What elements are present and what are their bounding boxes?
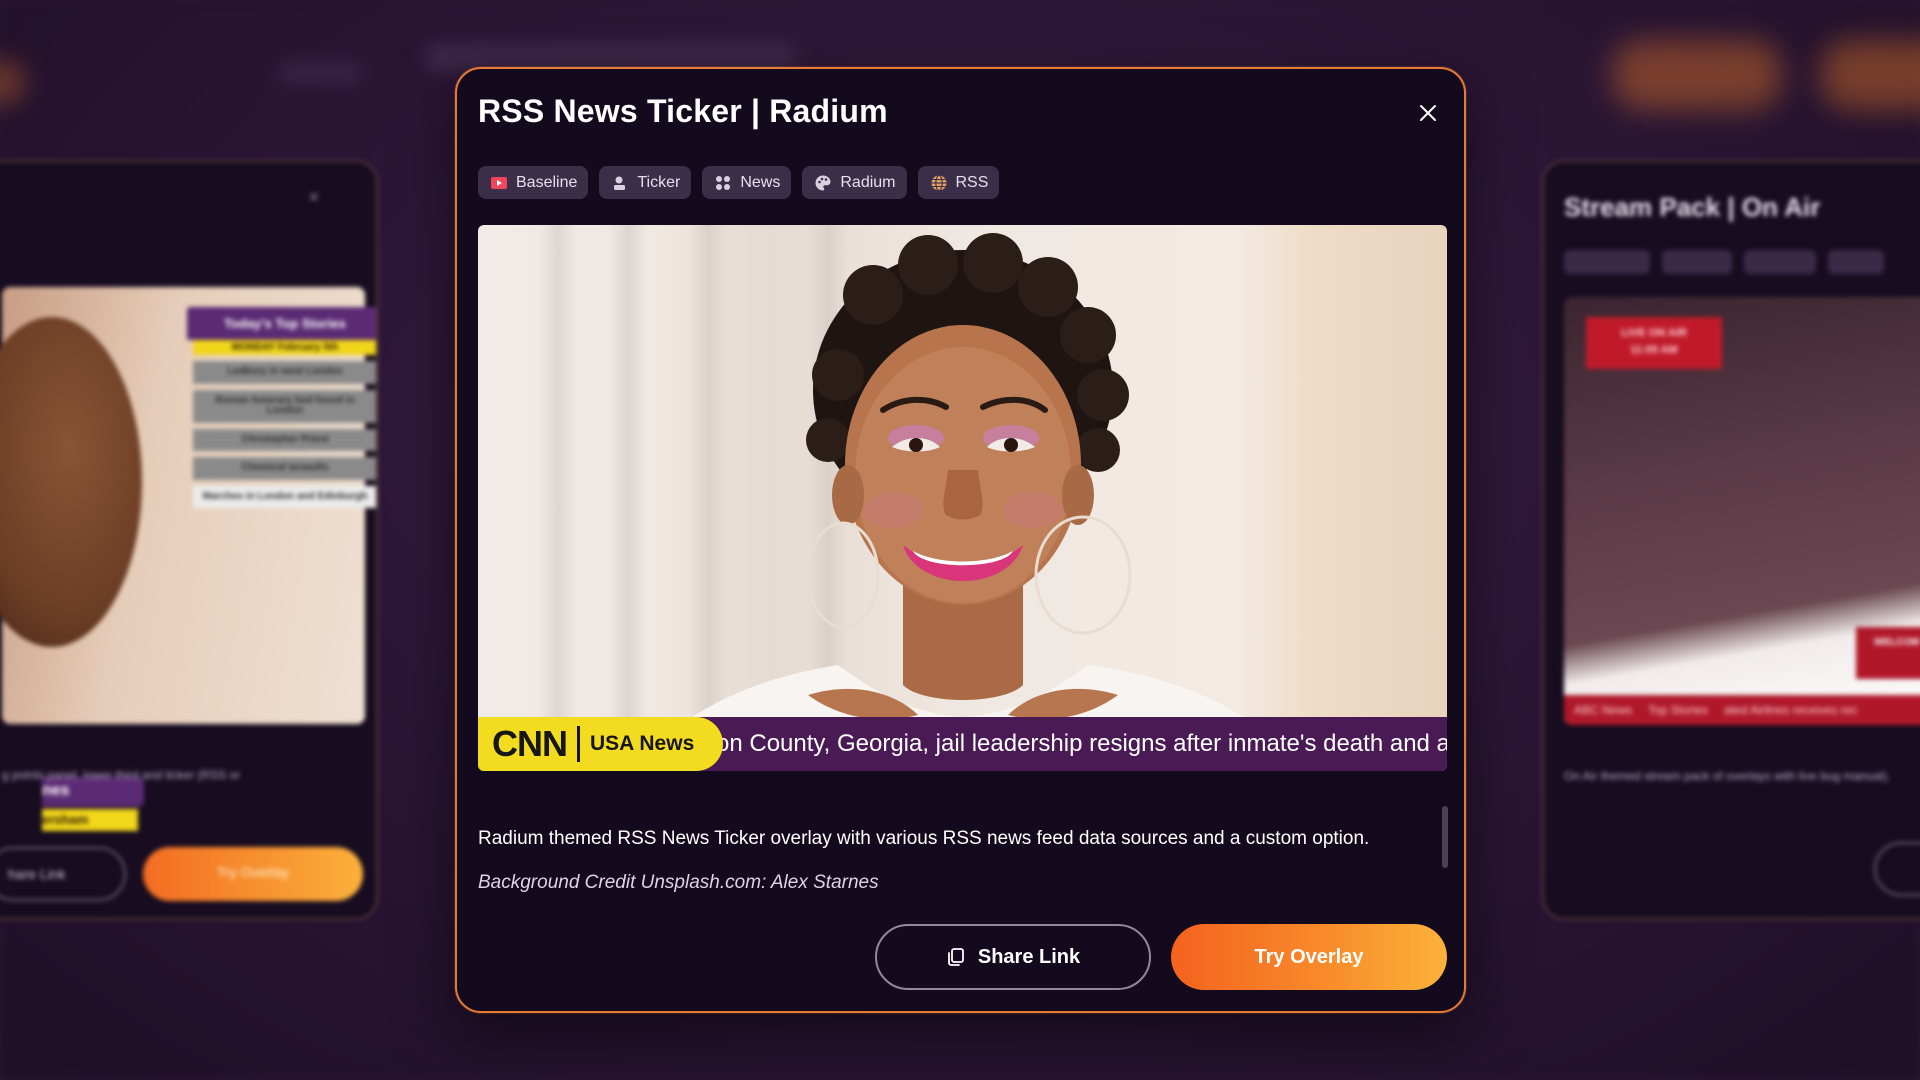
right-overlay-card[interactable]: Stream Pack | On Air LIVE ON AIR 11:05 A…	[1542, 160, 1920, 920]
ticker-item: ABC News	[1574, 703, 1633, 717]
close-icon	[1420, 105, 1436, 121]
person-photo	[0, 317, 142, 647]
person-photo	[628, 233, 1308, 771]
tag-rss[interactable]: RSS	[917, 166, 1000, 199]
bg-button	[1820, 40, 1920, 110]
try-overlay-label: Try Overlay	[1254, 945, 1364, 968]
ticker-brand-badge: CNN USA News	[478, 717, 723, 771]
bg-blob	[280, 62, 360, 84]
overlay-preview: on County, Georgia, jail leadership resi…	[478, 225, 1447, 771]
tag-chip[interactable]	[1744, 250, 1816, 274]
brand-divider	[577, 726, 580, 762]
overlay-detail-modal: RSS News Ticker | Radium Baseline Ticker…	[455, 67, 1466, 1013]
globe-icon	[930, 174, 948, 192]
right-card-thumbnail: LIVE ON AIR 11:05 AM WELCOM ABC News Top…	[1564, 297, 1920, 725]
story-item: Marches in London and Edinburgh	[193, 485, 376, 508]
background-credit: Background Credit Unsplash.com: Alex Sta…	[478, 871, 879, 893]
on-air-ticker: ABC News Top Stories ated Airlines recei…	[1564, 695, 1920, 725]
badge-time: 11:05 AM	[1630, 344, 1678, 357]
tag-label: News	[740, 173, 781, 191]
copy-icon	[947, 948, 964, 966]
story-item: Roman funerary bed found in London	[193, 389, 376, 423]
close-button[interactable]	[1414, 99, 1442, 127]
ticker-item: ated Airlines receives rec	[1724, 703, 1858, 717]
news-ticker-bar: on County, Georgia, jail leadership resi…	[478, 717, 1447, 771]
lower-third-subtitle: ersham	[42, 809, 138, 831]
share-link-button[interactable]: hare Link	[0, 847, 126, 901]
bg-blob	[0, 60, 25, 105]
play-icon	[490, 174, 508, 192]
ticker-category-label: USA News	[590, 732, 695, 755]
tag-label: Ticker	[637, 173, 681, 191]
palette-icon	[814, 174, 832, 192]
share-link-label: Share Link	[977, 945, 1081, 968]
left-card-description: g points panel, lower third and ticker (…	[2, 768, 241, 782]
right-card-title: Stream Pack | On Air	[1564, 192, 1821, 222]
close-icon[interactable]: ✕	[308, 190, 320, 206]
stories-date: MONDAY February 5th	[193, 340, 376, 355]
description-text: Radium themed RSS News Ticker overlay wi…	[478, 828, 1370, 849]
person-icon	[611, 174, 629, 192]
tag-list: Baseline Ticker News Radium RSS	[478, 166, 1000, 199]
story-item: Christopher Priest	[193, 428, 376, 451]
overlay-description: Radium themed RSS News Ticker overlay wi…	[478, 828, 1418, 900]
right-card-description: On Air themed stream pack of overlays wi…	[1564, 769, 1891, 783]
tag-news[interactable]: News	[702, 166, 792, 199]
modal-title: RSS News Ticker | Radium	[478, 93, 888, 129]
description-scrollbar[interactable]	[1442, 806, 1448, 868]
tag-chip[interactable]	[1828, 250, 1884, 274]
tag-chip[interactable]	[1662, 250, 1732, 274]
ticker-item: Top Stories	[1648, 703, 1709, 717]
bg-button	[1612, 40, 1782, 110]
tag-ticker[interactable]: Ticker	[599, 166, 692, 199]
tag-label: Baseline	[516, 173, 578, 191]
stories-title: Today's Top Stories	[187, 307, 376, 340]
tag-baseline[interactable]: Baseline	[478, 166, 589, 199]
right-card-tags	[1564, 250, 1884, 274]
story-item: Chemical assaults	[193, 457, 376, 480]
top-stories-panel: Today's Top Stories MONDAY February 5th …	[187, 307, 376, 597]
left-overlay-card[interactable]: ✕ Today's Top Stories MONDAY February 5t…	[0, 160, 378, 920]
badge-line: LIVE ON AIR	[1621, 327, 1687, 339]
tag-radium[interactable]: Radium	[802, 166, 907, 199]
welcome-banner: WELCOM	[1856, 627, 1920, 679]
share-link-button[interactable]	[1874, 842, 1920, 896]
tag-label: RSS	[955, 173, 989, 191]
story-item: Ledbury in west London	[193, 361, 376, 384]
grid-icon	[714, 174, 732, 192]
tag-label: Radium	[840, 173, 896, 191]
ticker-headline: on County, Georgia, jail leadership resi…	[716, 730, 1447, 757]
cnn-logo: CNN	[492, 723, 568, 764]
try-overlay-button[interactable]: Try Overlay	[143, 847, 363, 901]
try-overlay-button[interactable]: Try Overlay	[1171, 924, 1447, 990]
left-card-thumbnail: Today's Top Stories MONDAY February 5th …	[0, 287, 376, 831]
share-link-button[interactable]: Share Link	[875, 924, 1151, 990]
live-badge: LIVE ON AIR 11:05 AM	[1586, 317, 1722, 369]
tag-chip[interactable]	[1564, 250, 1650, 274]
